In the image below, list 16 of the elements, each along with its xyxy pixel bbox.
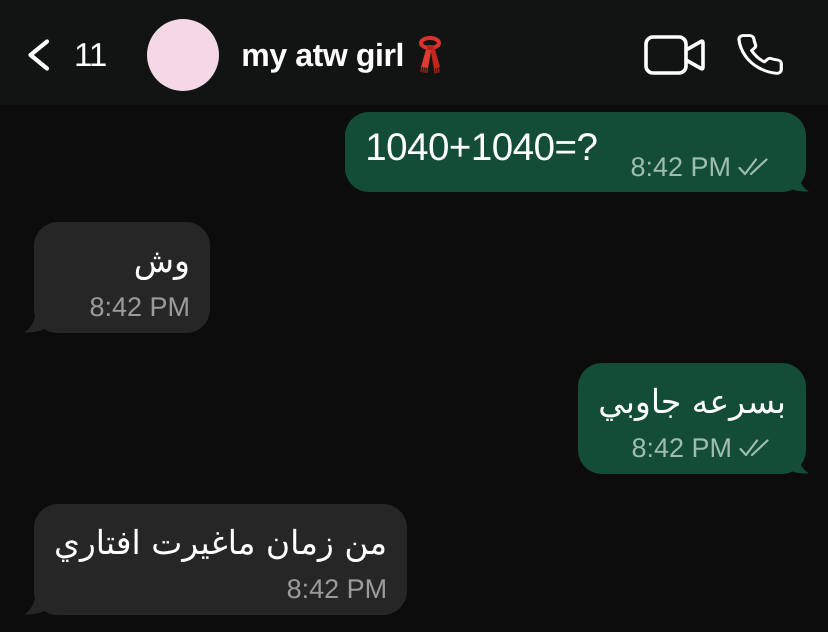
message-text: من زمان ماغيرت افتاري [54,522,388,564]
back-button[interactable]: 11 [27,38,106,71]
message-text: 1040+1040=? [365,125,598,171]
message-time: 8:42 PM [630,151,731,183]
message-time: 8:42 PM [286,573,388,605]
message-text: وش [134,240,190,282]
video-camera-icon [644,34,705,74]
message-text: بسرعه جاوبي [598,381,786,423]
message-time: 8:42 PM [631,432,732,464]
contact-name[interactable]: my atw girl [241,38,404,70]
video-call-button[interactable] [644,34,705,74]
phone-icon [737,34,783,75]
voice-call-button[interactable] [737,34,783,75]
back-icon [27,38,50,70]
scarf-icon [418,36,442,74]
message-time: 8:42 PM [89,291,190,323]
